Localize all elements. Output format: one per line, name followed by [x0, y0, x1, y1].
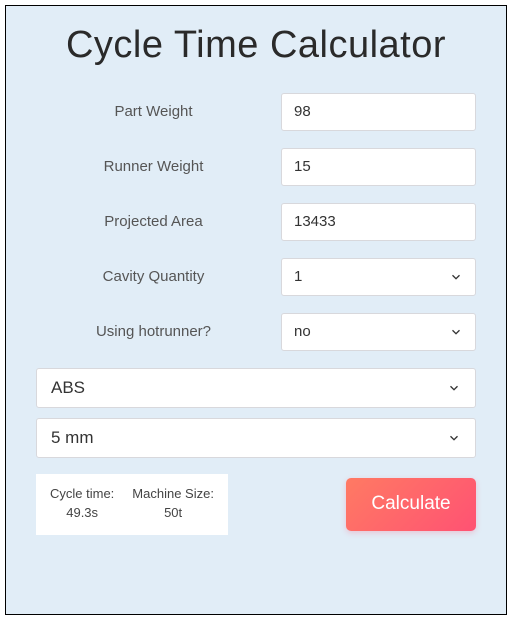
row-runner-weight: Runner Weight 15	[36, 148, 476, 186]
cavity-quantity-select[interactable]: 1	[281, 258, 476, 296]
results-box: Cycle time: 49.3s Machine Size: 50t	[36, 474, 228, 535]
bottom-bar: Cycle time: 49.3s Machine Size: 50t Calc…	[36, 474, 476, 535]
row-hotrunner: Using hotrunner? no	[36, 313, 476, 351]
calculate-button[interactable]: Calculate	[346, 478, 476, 531]
part-weight-input[interactable]: 98	[281, 93, 476, 131]
cavity-quantity-value: 1	[294, 268, 302, 285]
row-cavity-quantity: Cavity Quantity 1	[36, 258, 476, 296]
machine-size-label: Machine Size:	[132, 484, 214, 504]
hotrunner-value: no	[294, 323, 311, 340]
runner-weight-value: 15	[294, 158, 311, 175]
machine-size-result: Machine Size: 50t	[132, 484, 214, 523]
cavity-quantity-label: Cavity Quantity	[36, 268, 281, 285]
runner-weight-label: Runner Weight	[36, 158, 281, 175]
material-select[interactable]: ABS	[36, 368, 476, 408]
cycle-time-value: 49.3s	[50, 503, 114, 523]
chevron-down-icon	[449, 325, 463, 339]
calculator-panel: Cycle Time Calculator Part Weight 98 Run…	[5, 5, 507, 615]
chevron-down-icon	[449, 270, 463, 284]
thickness-select[interactable]: 5 mm	[36, 418, 476, 458]
page-title: Cycle Time Calculator	[36, 24, 476, 67]
runner-weight-input[interactable]: 15	[281, 148, 476, 186]
machine-size-value: 50t	[132, 503, 214, 523]
cycle-time-label: Cycle time:	[50, 484, 114, 504]
hotrunner-select[interactable]: no	[281, 313, 476, 351]
projected-area-input[interactable]: 13433	[281, 203, 476, 241]
row-part-weight: Part Weight 98	[36, 93, 476, 131]
cycle-time-result: Cycle time: 49.3s	[50, 484, 114, 523]
projected-area-value: 13433	[294, 213, 336, 230]
row-projected-area: Projected Area 13433	[36, 203, 476, 241]
chevron-down-icon	[447, 381, 461, 395]
projected-area-label: Projected Area	[36, 213, 281, 230]
part-weight-label: Part Weight	[36, 103, 281, 120]
material-value: ABS	[51, 378, 85, 398]
chevron-down-icon	[447, 431, 461, 445]
hotrunner-label: Using hotrunner?	[36, 323, 281, 340]
thickness-value: 5 mm	[51, 428, 94, 448]
part-weight-value: 98	[294, 103, 311, 120]
